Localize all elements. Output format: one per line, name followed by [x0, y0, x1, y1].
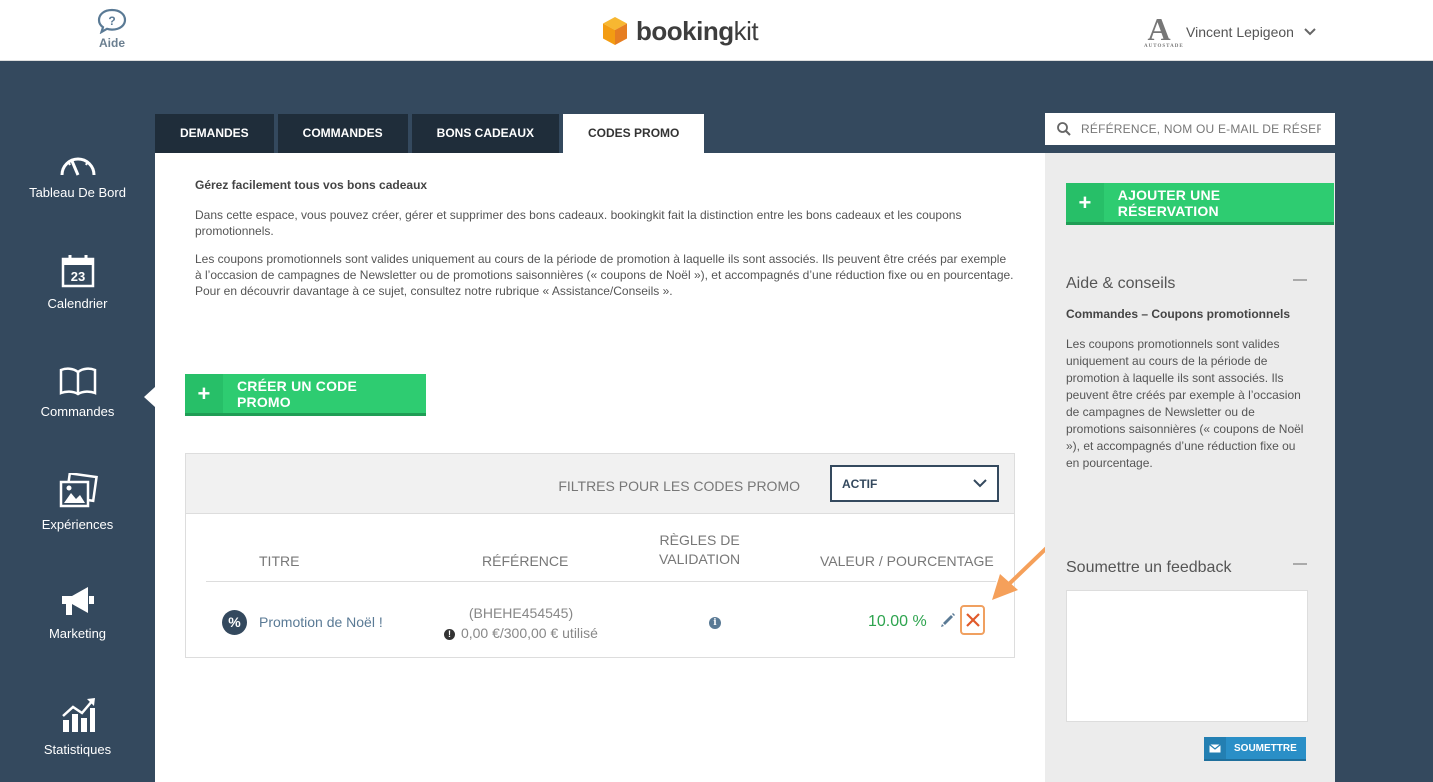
plus-icon: +: [185, 374, 223, 413]
submit-feedback-button[interactable]: SOUMETTRE: [1204, 737, 1306, 761]
info-icon[interactable]: i: [709, 617, 721, 629]
promo-title[interactable]: Promotion de Noël !: [259, 614, 383, 630]
help-tips-title: Aide & conseils: [1066, 275, 1176, 292]
chart-icon: [61, 698, 95, 732]
collapse-help-button[interactable]: [1293, 279, 1307, 281]
plus-icon: +: [1066, 183, 1104, 222]
help-icon: ?: [97, 8, 127, 34]
create-promo-code-button[interactable]: + CRÉER UN CODE PROMO: [185, 374, 426, 416]
help-label: Aide: [98, 36, 125, 50]
column-value: VALEUR / POURCENTAGE: [820, 553, 994, 569]
filter-label: FILTRES POUR LES CODES PROMO: [558, 478, 800, 494]
top-header: ? Aide bookingkit A AUTOSTADE Vincent Le…: [0, 0, 1433, 61]
nav-item-dashboard[interactable]: Tableau De Bord: [0, 151, 155, 200]
help-subtitle: Commandes – Coupons promotionnels: [1066, 307, 1291, 321]
search-icon: [1057, 122, 1071, 136]
calendar-icon: 23: [61, 255, 94, 288]
gallery-icon: [59, 473, 98, 508]
table-row: % Promotion de Noël ! (BHEHE454545) ! 0,…: [206, 583, 996, 658]
edit-pencil-icon[interactable]: [940, 612, 956, 628]
feedback-title: Soumettre un feedback: [1066, 559, 1232, 576]
active-nav-indicator: [144, 387, 155, 407]
percent-icon: %: [222, 610, 247, 635]
user-name: Vincent Lepigeon: [1186, 24, 1294, 40]
feedback-textarea[interactable]: [1066, 590, 1308, 722]
filter-bar: FILTRES POUR LES CODES PROMO ACTIF: [186, 454, 1014, 514]
nav-label: Expériences: [41, 517, 114, 532]
promo-reference: (BHEHE454545) ! 0,00 €/300,00 € utilisé: [436, 603, 606, 643]
tab-orders[interactable]: COMMANDES: [277, 114, 408, 153]
nav-label: Calendrier: [47, 296, 108, 311]
nav-item-experiences[interactable]: Expériences: [0, 473, 155, 532]
intro-text: Gérez facilement tous vos bons cadeaux D…: [195, 177, 1015, 311]
reservation-search[interactable]: [1045, 113, 1335, 145]
svg-text:?: ?: [108, 14, 115, 28]
column-reference: RÉFÉRENCE: [482, 553, 569, 569]
promo-usage: 0,00 €/300,00 € utilisé: [460, 625, 598, 641]
table-header: TITRE RÉFÉRENCE RÈGLES DE VALIDATION VALE…: [206, 532, 996, 582]
dashboard-icon: [60, 157, 95, 176]
add-reservation-button[interactable]: + AJOUTER UNE RÉSERVATION: [1066, 183, 1334, 225]
megaphone-icon: [61, 587, 94, 615]
nav-item-orders[interactable]: Commandes: [0, 366, 155, 419]
main-content: Gérez facilement tous vos bons cadeaux D…: [155, 153, 1045, 782]
warning-icon: !: [444, 629, 456, 640]
company-logo: A AUTOSTADE: [1144, 11, 1184, 49]
promo-value: 10.00 %: [868, 613, 927, 630]
book-icon: [59, 367, 96, 396]
tab-bar: DEMANDES COMMANDES BONS CADEAUX CODES PR…: [155, 114, 708, 153]
nav-label: Marketing: [48, 626, 107, 641]
nav-label: Tableau De Bord: [29, 185, 126, 200]
logo-text: bookingkit: [636, 15, 759, 46]
column-validation-rules: RÈGLES DE VALIDATION: [659, 532, 741, 567]
intro-paragraph-1: Dans cette espace, vous pouvez créer, gé…: [195, 208, 962, 238]
intro-title: Gérez facilement tous vos bons cadeaux: [195, 178, 428, 192]
box-logo-icon: [603, 17, 627, 45]
main-nav: Tableau De Bord 23 Calendrier Commandes …: [0, 61, 155, 782]
nav-label: Statistiques: [43, 742, 112, 757]
search-input[interactable]: [1081, 122, 1321, 136]
svg-text:23: 23: [70, 269, 84, 284]
intro-paragraph-2: Les coupons promotionnels sont valides u…: [195, 252, 1014, 298]
chevron-down-icon: [1304, 28, 1316, 36]
close-icon: [965, 613, 980, 627]
nav-item-calendar[interactable]: 23 Calendrier: [0, 254, 155, 311]
tab-requests[interactable]: DEMANDES: [155, 114, 274, 153]
tab-gift-vouchers[interactable]: BONS CADEAUX: [411, 114, 560, 153]
nav-item-statistics[interactable]: Statistiques: [0, 696, 155, 757]
chevron-down-icon: [973, 479, 987, 488]
nav-item-marketing[interactable]: Marketing: [0, 584, 155, 641]
mail-icon: [1204, 737, 1226, 759]
collapse-feedback-button[interactable]: [1293, 563, 1307, 565]
help-button[interactable]: ? Aide: [92, 8, 132, 50]
nav-label: Commandes: [40, 404, 115, 419]
tab-promo-codes[interactable]: CODES PROMO: [563, 114, 705, 153]
right-sidebar: + AJOUTER UNE RÉSERVATION Aide & conseil…: [1045, 153, 1335, 782]
help-description: Les coupons promotionnels sont valides u…: [1066, 337, 1304, 470]
promo-codes-panel: FILTRES POUR LES CODES PROMO ACTIF TITRE…: [185, 453, 1015, 658]
bookingkit-logo[interactable]: bookingkit: [602, 15, 759, 47]
column-title: TITRE: [259, 553, 300, 569]
user-menu[interactable]: A AUTOSTADE Vincent Lepigeon: [1144, 12, 1316, 52]
status-filter-select[interactable]: ACTIF: [830, 465, 999, 502]
